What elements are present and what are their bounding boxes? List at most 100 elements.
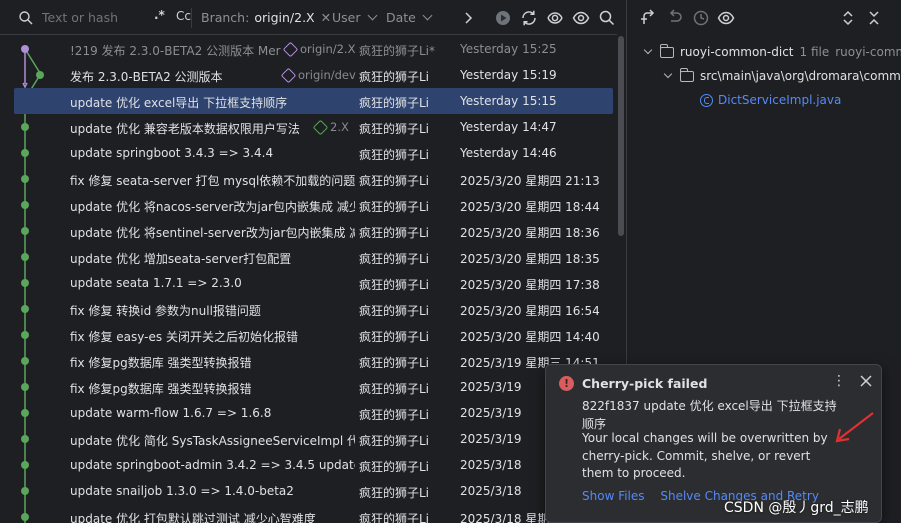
commit-date: 2025/3/19 — [460, 432, 522, 446]
ref-name: 2.X — [330, 120, 349, 134]
ref-name: origin/dev — [298, 68, 356, 82]
commit-row[interactable]: update 优化 excel导出 下拉框支持顺序 疯狂的狮子Li Yesterda… — [14, 88, 613, 114]
annotation-arrow — [835, 412, 874, 443]
commit-row[interactable]: update springboot 3.4.3 => 3.4.4 疯狂的狮子Li Y… — [0, 140, 613, 166]
commit-row[interactable]: update seata 1.7.1 => 2.3.0 疯狂的狮子Li 2025/3… — [0, 270, 613, 296]
commit-row[interactable]: update warm-flow 1.6.7 => 1.6.8 疯狂的狮子Li 20… — [0, 400, 613, 426]
commit-ref-label: origin/dev — [280, 67, 356, 83]
chevron-down-icon[interactable] — [663, 69, 673, 79]
more-options-icon[interactable]: ⋮ — [832, 372, 846, 392]
search-placeholder: Text or hash — [42, 10, 119, 25]
commit-author: 疯狂的狮子Li — [359, 278, 430, 292]
tree-module-row[interactable]: ruoyi-common-dict 1 file ruoyi-comm — [643, 40, 901, 64]
commit-date: 2025/3/20 星期四 18:35 — [460, 252, 600, 266]
java-class-icon — [700, 93, 713, 107]
commit-row[interactable]: fix 修复pg数据库 强类型转换报错 疯狂的狮子Li 2025/3/19 — [0, 374, 613, 400]
undo-icon[interactable] — [666, 9, 684, 27]
file-count: 1 file — [799, 45, 830, 59]
expand-all-icon[interactable] — [839, 9, 857, 27]
cherry-pick-icon[interactable] — [639, 9, 657, 27]
clear-branch-icon[interactable]: ✕ — [321, 10, 331, 25]
commit-row[interactable]: fix 修复 转换id 参数为null报错问题 疯狂的狮子Li 2025/3/20 … — [0, 296, 613, 322]
commit-row[interactable]: update 优化 打包默认跳过测试 减少心智难度 疯狂的狮子Li 2025/3/1… — [0, 504, 613, 523]
commit-date: 2025/3/20 星期四 18:44 — [460, 200, 600, 214]
commit-author: 疯狂的狮子Li — [359, 434, 430, 448]
collapse-all-icon[interactable] — [865, 9, 883, 27]
refresh-icon[interactable] — [520, 9, 538, 27]
commit-author: 疯狂的狮子Li — [359, 96, 430, 110]
commit-author: 疯狂的狮子Li — [359, 226, 430, 240]
package-path: src\main\java\org\dromara\comm — [700, 69, 901, 83]
commit-author: 疯狂的狮子Li — [359, 512, 430, 523]
commit-row[interactable]: fix 修复pg数据库 强类型转换报错 疯狂的狮子Li 2025/3/19 星期三 … — [0, 348, 613, 374]
files-toolbar — [627, 0, 901, 35]
commit-date: Yesterday 15:19 — [460, 68, 557, 82]
chevron-down-icon — [422, 10, 433, 21]
tag-icon — [282, 41, 299, 57]
commit-row[interactable]: update 优化 将sentinel-server改为jar包内嵌集成 减疯狂… — [0, 218, 613, 244]
error-icon: ! — [559, 376, 574, 391]
notification-title: Cherry-pick failed — [582, 376, 708, 391]
module-path-suffix: ruoyi-comm — [835, 45, 901, 59]
search-icon[interactable] — [598, 9, 616, 27]
search-icon — [18, 10, 34, 26]
commit-date: Yesterday 14:47 — [460, 120, 557, 134]
graph-options-icon[interactable] — [546, 9, 564, 27]
commit-author: 疯狂的狮子Li — [359, 148, 430, 162]
commit-message: update 优化 兼容老版本数据权限用户写法 — [70, 122, 300, 136]
commit-author: 疯狂的狮子Li — [359, 486, 430, 500]
commit-row[interactable]: fix 修复 easy-es 关闭开关之后初始化报错 疯狂的狮子Li 2025/3/… — [0, 322, 613, 348]
match-case-toggle[interactable]: Cc — [176, 9, 191, 23]
eye-icon[interactable] — [717, 9, 735, 27]
commit-message: update warm-flow 1.6.7 => 1.6.8 — [70, 406, 272, 420]
commit-row[interactable]: update 优化 简化 SysTaskAssigneeServiceImpl … — [0, 426, 613, 452]
commit-row[interactable]: update 优化 增加seata-server打包配置 疯狂的狮子Li 2025/… — [0, 244, 613, 270]
commit-message: update 优化 简化 SysTaskAssigneeServiceImpl … — [70, 434, 355, 448]
commit-date: Yesterday 15:25 — [460, 42, 557, 56]
commit-date: 2025/3/20 星期四 21:13 — [460, 174, 600, 188]
commit-message: !219 发布 2.3.0-BETA2 公测版本 Merge — [70, 44, 281, 58]
branch-filter[interactable]: Branch: origin/2.X ✕ — [201, 10, 331, 25]
chevron-down-icon[interactable] — [643, 45, 653, 55]
commit-ref-label: 2.X — [312, 119, 349, 135]
commit-message: fix 修复 easy-es 关闭开关之后初始化报错 — [70, 330, 298, 344]
user-filter[interactable]: User — [332, 10, 377, 25]
cherry-pick-icon[interactable] — [494, 9, 512, 27]
commit-row[interactable]: update springboot-admin 3.4.2 => 3.4.5 u… — [0, 452, 613, 478]
commit-row[interactable]: update snailjob 1.3.0 => 1.4.0-beta2 疯狂的狮… — [0, 478, 613, 504]
commit-row[interactable]: update 优化 将nacos-server改为jar包内嵌集成 减少 疯狂的狮… — [0, 192, 613, 218]
scrollbar-thumb[interactable] — [618, 36, 624, 236]
tree-package-row[interactable]: src\main\java\org\dromara\comm — [663, 64, 901, 88]
folder-icon — [679, 67, 694, 82]
commit-message: fix 修复 seata-server 打包 mysql依赖不加载的问题 — [70, 174, 355, 188]
commit-author: 疯狂的狮子Li — [359, 304, 430, 318]
chevron-down-icon — [367, 10, 377, 21]
commit-message: fix 修复pg数据库 强类型转换报错 — [70, 382, 252, 396]
commit-row[interactable]: update 优化 兼容老版本数据权限用户写法 2.X 疯狂的狮子Li Yesterd… — [0, 114, 613, 140]
chevron-right-icon[interactable] — [459, 9, 477, 27]
search-input[interactable]: Text or hash .* Cc — [12, 6, 191, 29]
commit-row[interactable]: !219 发布 2.3.0-BETA2 公测版本 Merge origin/2.X… — [0, 36, 613, 62]
regex-toggle[interactable]: .* — [154, 8, 165, 22]
close-icon[interactable] — [858, 373, 874, 389]
commit-row[interactable]: 发布 2.3.0-BETA2 公测版本 origin/dev 疯狂的狮子Li Yest… — [0, 62, 613, 88]
commit-message: update 优化 将nacos-server改为jar包内嵌集成 减少 — [70, 200, 355, 214]
date-filter-label: Date — [386, 10, 416, 25]
commit-message: update seata 1.7.1 => 2.3.0 — [70, 276, 242, 290]
history-icon[interactable] — [692, 9, 710, 27]
commit-date: 2025/3/20 星期四 14:40 — [460, 330, 600, 344]
tree-file-row[interactable]: DictServiceImpl.java — [700, 88, 841, 112]
toolbar-divider — [191, 8, 192, 28]
commit-author: 疯狂的狮子Li — [359, 174, 430, 188]
commit-message: update springboot 3.4.3 => 3.4.4 — [70, 146, 274, 160]
commit-row[interactable]: fix 修复 seata-server 打包 mysql依赖不加载的问题 疯狂的狮… — [0, 166, 613, 192]
eye-icon[interactable] — [572, 9, 590, 27]
commit-message: update 优化 excel导出 下拉框支持顺序 — [70, 96, 288, 110]
commit-author: 疯狂的狮子Li — [359, 356, 430, 370]
date-filter[interactable]: Date — [386, 10, 433, 25]
show-files-link[interactable]: Show Files — [582, 489, 645, 503]
log-toolbar: Text or hash .* Cc Branch: origin/2.X ✕ … — [0, 0, 617, 35]
commit-message: update 优化 打包默认跳过测试 减少心智难度 — [70, 512, 316, 523]
commit-ref-label: origin/2.X — [282, 41, 355, 57]
commit-author: 疯狂的狮子Li* — [359, 44, 436, 58]
